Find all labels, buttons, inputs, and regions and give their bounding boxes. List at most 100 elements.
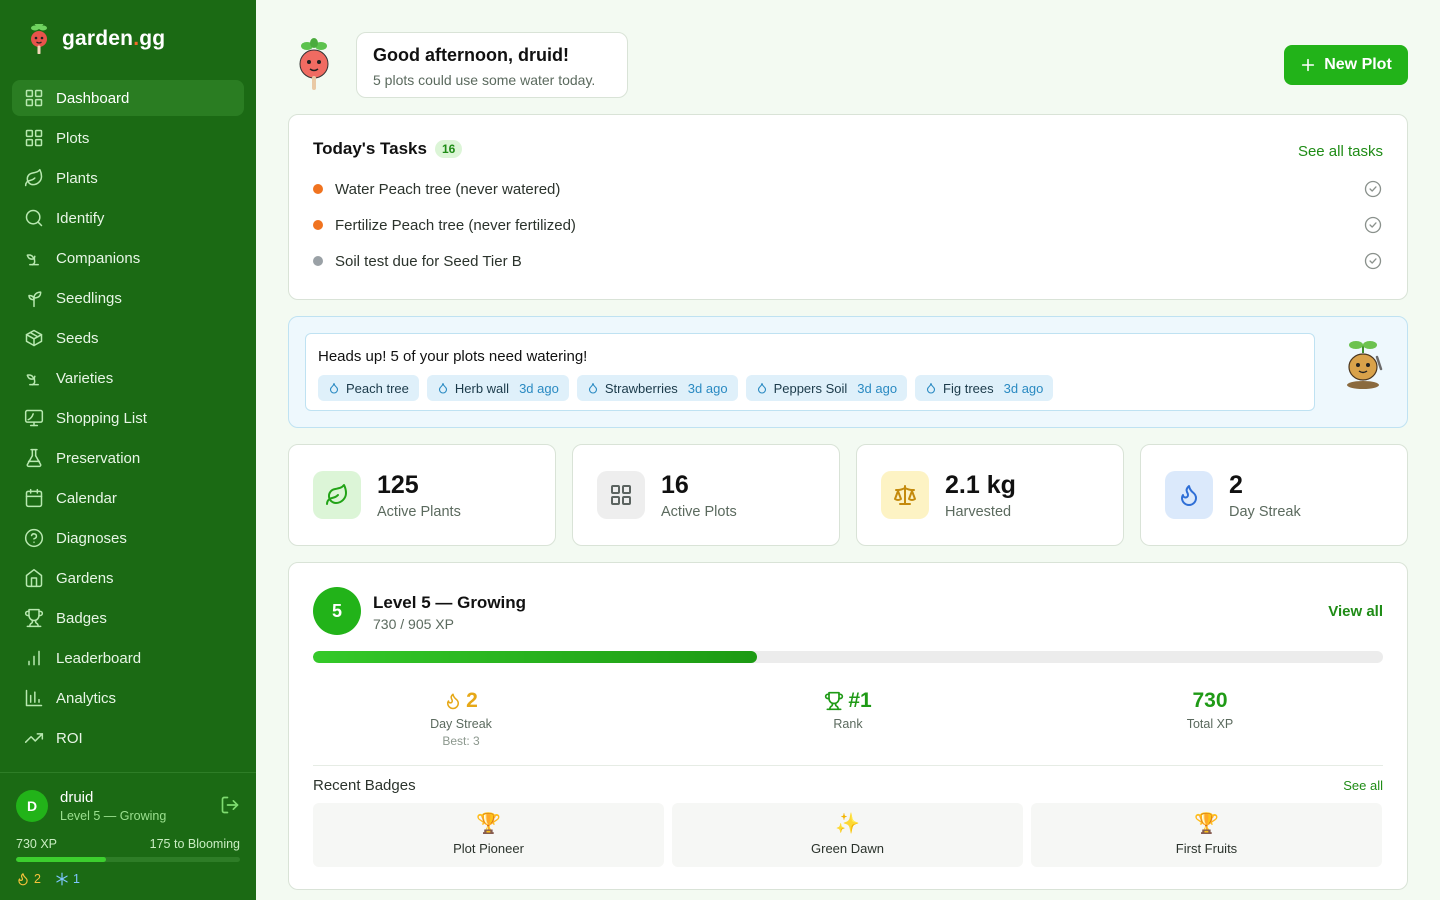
user-next-level: 175 to Blooming [149,837,240,851]
level-progress-fill [313,651,758,663]
badge-name: Plot Pioneer [453,841,524,856]
sidebar-item-shopping-list[interactable]: Shopping List [12,400,244,436]
tasks-card: Today's Tasks 16 See all tasks Water Pea… [288,114,1408,300]
chip-time-ago: 3d ago [1003,380,1044,396]
see-all-badges-link[interactable]: See all [1343,778,1383,793]
droplet-icon [438,382,447,394]
sprout-mascot-icon [1347,341,1383,389]
sidebar-item-label: Diagnoses [56,529,127,547]
package-icon [25,329,43,347]
user-freeze: 1 [55,872,80,886]
sidebar-item-diagnoses[interactable]: Diagnoses [12,520,244,556]
sidebar-item-label: Analytics [56,689,117,707]
scale-icon [894,485,916,505]
user-name: druid [60,789,94,806]
user-xp: 730 XP [16,837,58,851]
sidebar-item-label: Shopping List [56,409,147,427]
sidebar-item-seeds[interactable]: Seeds [12,320,244,356]
greeting-subtitle: 5 plots could use some water today. [373,72,596,88]
chip-time-ago: 3d ago [857,380,898,396]
brand[interactable]: garden.gg [26,24,165,54]
search-icon [25,209,43,227]
watering-alert-panel: Heads up! 5 of your plots need watering!… [305,333,1315,411]
sidebar-item-dashboard[interactable]: Dashboard [12,80,244,116]
grid-icon [611,485,631,505]
complete-task-icon[interactable] [1363,251,1383,271]
sidebar-item-plots[interactable]: Plots [12,120,244,156]
complete-task-icon[interactable] [1363,215,1383,235]
task-text: Fertilize Peach tree (never fertilized) [335,216,576,234]
flame-icon [447,693,460,710]
view-all-link[interactable]: View all [1328,603,1383,620]
divider [313,765,1383,766]
sidebar-item-label: Preservation [56,449,141,467]
sidebar-item-preservation[interactable]: Preservation [12,440,244,476]
badge-icon: 🏆 [476,813,501,835]
new-plot-button[interactable]: New Plot [1284,45,1408,85]
plot-water-chip[interactable]: Strawberries 3d ago [576,375,738,401]
watering-alert: Heads up! 5 of your plots need watering!… [288,316,1408,428]
complete-task-icon[interactable] [1363,179,1383,199]
badge-icon: ✨ [835,813,860,835]
sidebar-item-roi[interactable]: ROI [12,720,244,756]
badge-icon: 🏆 [1194,813,1219,835]
logout-icon[interactable] [220,795,240,815]
plot-water-chip[interactable]: Peppers Soil 3d ago [745,375,908,401]
see-all-tasks-link[interactable]: See all tasks [1298,143,1383,160]
help-circle-icon [24,528,44,548]
badge-card[interactable]: ✨ Green Dawn [672,803,1023,867]
greeting-card: Good afternoon, druid! 5 plots could use… [356,32,628,98]
chip-plot-name: Strawberries [604,380,678,396]
task-item: Soil test due for Seed Tier B [313,251,1383,271]
user-streak: 2 [16,872,41,886]
chip-plot-name: Herb wall [454,380,510,396]
tasks-title: Today's Tasks [313,139,427,158]
sidebar-item-gardens[interactable]: Gardens [12,560,244,596]
task-item: Water Peach tree (never watered) [313,179,1383,199]
sidebar-item-label: Plots [56,129,90,147]
sidebar-item-identify[interactable]: Identify [12,200,244,236]
sidebar-item-plants[interactable]: Plants [12,160,244,196]
snowflake-icon [56,872,68,886]
droplet-icon [588,382,597,394]
sidebar-item-label: Plants [56,169,98,187]
sidebar-item-label: Seedlings [56,289,122,307]
stat-card-day-streak: 2 Day Streak [1140,444,1408,546]
watering-alert-message: Heads up! 5 of your plots need watering! [318,348,588,365]
plot-water-chip[interactable]: Peach tree [318,375,419,401]
sidebar-item-calendar[interactable]: Calendar [12,480,244,516]
badge-card[interactable]: 🏆 Plot Pioneer [313,803,664,867]
sidebar-item-seedlings[interactable]: Seedlings [12,280,244,316]
sidebar-item-badges[interactable]: Badges [12,600,244,636]
level-title: Level 5 — Growing [373,593,527,612]
sidebar-item-companions[interactable]: Companions [12,240,244,276]
sidebar-item-leaderboard[interactable]: Leaderboard [12,640,244,676]
radish-mascot-icon [299,38,329,90]
sidebar-item-analytics[interactable]: Analytics [12,680,244,716]
badge-card[interactable]: 🏆 First Fruits [1031,803,1382,867]
avatar[interactable]: D [16,790,48,822]
user-level: Level 5 — Growing [60,809,167,823]
chip-plot-name: Peach tree [346,380,409,396]
user-panel: D druid Level 5 — Growing 730 XP 175 to … [0,772,256,900]
plot-water-chip[interactable]: Herb wall 3d ago [426,375,569,401]
chip-plot-name: Peppers Soil [773,380,848,396]
stat-value: 2.1 kg [945,470,1016,499]
grid-icon [25,89,43,107]
sidebar-item-varieties[interactable]: Varieties [12,360,244,396]
monitor-icon [24,409,44,427]
brand-name: garden.gg [62,27,166,50]
sidebar-item-label: Varieties [56,369,114,387]
trophy-icon [825,691,844,711]
leaf-icon [326,484,347,505]
sidebar-item-label: ROI [56,729,83,747]
stat-value: 2 [1229,470,1243,499]
bar-chart-icon [28,650,40,666]
level-badge: 5 [313,587,361,635]
task-text: Water Peach tree (never watered) [335,180,561,198]
task-item: Fertilize Peach tree (never fertilized) [313,215,1383,235]
plot-water-chip[interactable]: Fig trees 3d ago [915,375,1054,401]
task-priority-dot [313,256,323,266]
stat-card-active-plots: 16 Active Plots [572,444,840,546]
badge-name: Green Dawn [811,841,884,856]
